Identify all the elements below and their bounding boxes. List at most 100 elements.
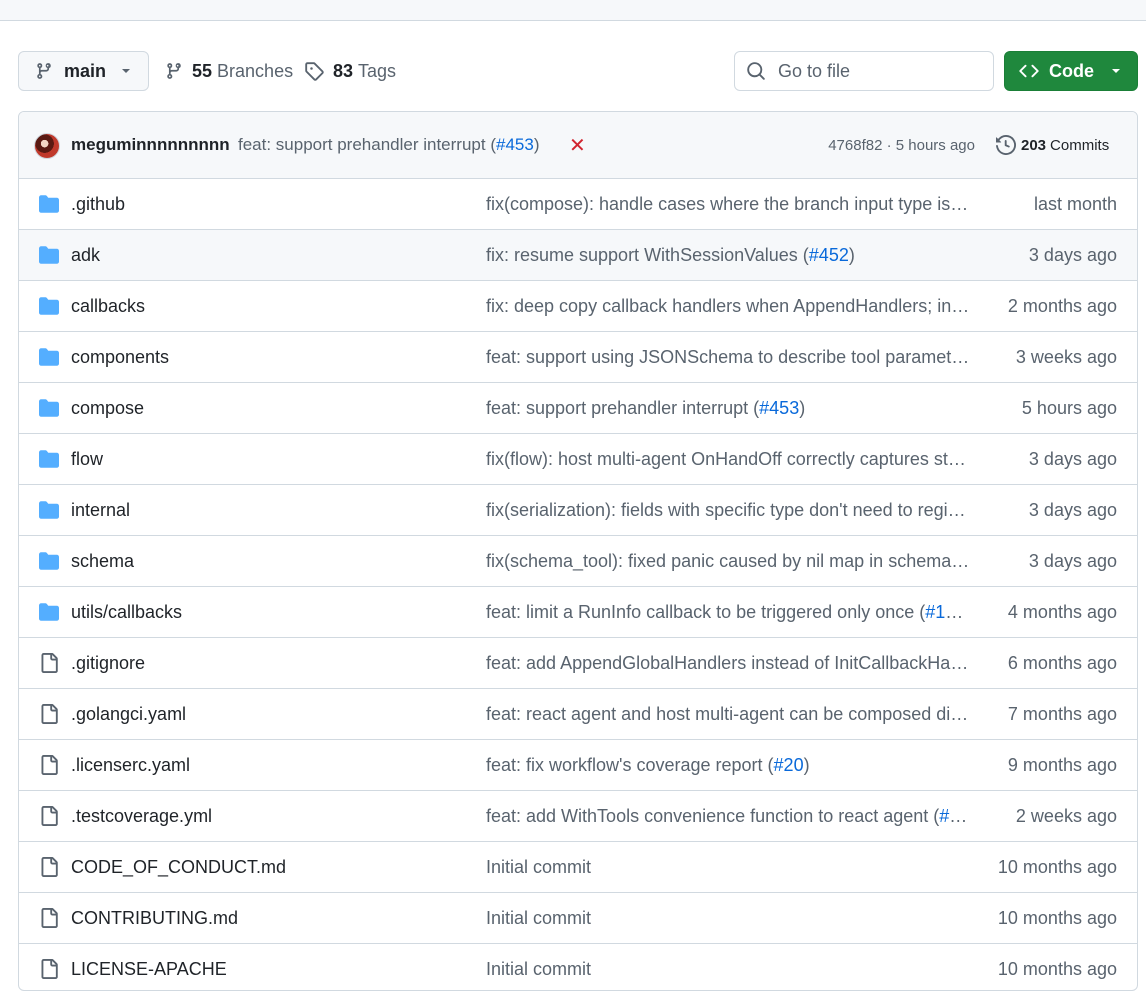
caret-down-icon: [1112, 69, 1120, 73]
file-commit-message[interactable]: fix(flow): host multi-agent OnHandOff co…: [486, 449, 970, 470]
file-commit-message[interactable]: feat: limit a RunInfo callback to be tri…: [486, 602, 970, 623]
folder-icon: [38, 500, 60, 520]
file-name-link[interactable]: .gitignore: [71, 653, 145, 674]
file-name-link[interactable]: LICENSE-APACHE: [71, 959, 227, 980]
file-commit-age[interactable]: 3 weeks ago: [1016, 347, 1117, 368]
file-row[interactable]: .testcoverage.yml feat: add WithTools con…: [19, 791, 1137, 842]
commit-message-text: feat: add WithTools convenience function…: [486, 805, 940, 826]
file-row[interactable]: callbacks fix: deep copy callback handler…: [19, 281, 1137, 332]
commit-message-text: fix(schema_tool): fixed panic caused by …: [486, 550, 970, 571]
file-icon: [38, 908, 60, 928]
commit-message-text: feat: limit a RunInfo callback to be tri…: [486, 601, 926, 622]
file-row[interactable]: components feat: support using JSONSchema…: [19, 332, 1137, 383]
branch-select-button[interactable]: main: [18, 51, 149, 91]
commit-message-text: feat: fix workflow's coverage report (: [486, 754, 774, 775]
file-name-link[interactable]: flow: [71, 449, 103, 470]
file-commit-message[interactable]: feat: fix workflow's coverage report (#2…: [486, 755, 970, 776]
file-name-link[interactable]: adk: [71, 245, 100, 266]
file-row[interactable]: CODE_OF_CONDUCT.md Initial commit 10 month…: [19, 842, 1137, 893]
file-name-link[interactable]: callbacks: [71, 296, 145, 317]
file-name-link[interactable]: .golangci.yaml: [71, 704, 186, 725]
pr-link[interactable]: #195: [925, 602, 965, 622]
file-commit-message[interactable]: feat: react agent and host multi-agent c…: [486, 704, 970, 725]
commits-link[interactable]: 203 Commits: [996, 135, 1109, 155]
code-button[interactable]: Code: [1004, 51, 1138, 91]
file-name-link[interactable]: internal: [71, 500, 130, 521]
file-name-link[interactable]: components: [71, 347, 169, 368]
file-name-link[interactable]: CODE_OF_CONDUCT.md: [71, 857, 286, 878]
file-commit-age[interactable]: 2 months ago: [1008, 296, 1117, 317]
commit-author[interactable]: meguminnnnnnnnn: [71, 135, 230, 155]
file-name-link[interactable]: compose: [71, 398, 144, 419]
go-to-file-search[interactable]: [734, 51, 994, 91]
file-commit-age[interactable]: 3 days ago: [1029, 245, 1117, 266]
file-commit-age[interactable]: 2 weeks ago: [1016, 806, 1117, 827]
file-commit-message[interactable]: fix: deep copy callback handlers when Ap…: [486, 296, 970, 317]
folder-icon: [38, 398, 60, 418]
commit-message[interactable]: feat: support prehandler interrupt (#453…: [238, 135, 539, 155]
file-commit-message[interactable]: Initial commit: [486, 959, 970, 980]
file-icon: [38, 857, 60, 877]
go-to-file-input[interactable]: [776, 59, 980, 83]
file-commit-age[interactable]: 10 months ago: [998, 959, 1117, 980]
file-name-link[interactable]: utils/callbacks: [71, 602, 182, 623]
commit-sha-time[interactable]: 4768f82 · 5 hours ago: [828, 137, 975, 154]
pr-link[interactable]: #453: [759, 398, 799, 418]
file-row[interactable]: schema fix(schema_tool): fixed panic caus…: [19, 536, 1137, 587]
file-commit-age[interactable]: 3 days ago: [1029, 551, 1117, 572]
avatar[interactable]: [34, 133, 60, 159]
file-commit-age[interactable]: 3 days ago: [1029, 500, 1117, 521]
file-commit-age[interactable]: 3 days ago: [1029, 449, 1117, 470]
file-commit-age[interactable]: 9 months ago: [1008, 755, 1117, 776]
git-branch-icon: [37, 63, 51, 79]
commit-pr-link[interactable]: #453: [496, 135, 534, 154]
file-row[interactable]: utils/callbacks feat: limit a RunInfo cal…: [19, 587, 1137, 638]
file-commit-age[interactable]: 6 months ago: [1008, 653, 1117, 674]
file-row[interactable]: CONTRIBUTING.md Initial commit 10 months a…: [19, 893, 1137, 944]
file-row[interactable]: compose feat: support prehandler interrup…: [19, 383, 1137, 434]
file-row[interactable]: .golangci.yaml feat: react agent and host…: [19, 689, 1137, 740]
file-commit-age[interactable]: 10 months ago: [998, 908, 1117, 929]
file-name-link[interactable]: schema: [71, 551, 134, 572]
folder-icon: [38, 245, 60, 265]
pr-link[interactable]: #452: [809, 245, 849, 265]
file-commit-message[interactable]: feat: support prehandler interrupt (#453…: [486, 398, 970, 419]
file-commit-age[interactable]: 4 months ago: [1008, 602, 1117, 623]
folder-icon: [38, 602, 60, 622]
file-commit-message[interactable]: fix(schema_tool): fixed panic caused by …: [486, 551, 970, 572]
file-row[interactable]: .licenserc.yaml feat: fix workflow's cove…: [19, 740, 1137, 791]
file-icon: [38, 755, 60, 775]
file-row[interactable]: adk fix: resume support WithSessionValues…: [19, 230, 1137, 281]
commit-message-text: feat: support prehandler interrupt (: [486, 397, 760, 418]
file-commit-message[interactable]: feat: support using JSONSchema to descri…: [486, 347, 970, 368]
file-row[interactable]: internal fix(serialization): fields with …: [19, 485, 1137, 536]
git-branch-icon: [167, 63, 181, 79]
folder-icon: [38, 449, 60, 469]
pr-link[interactable]: #4…: [939, 806, 970, 826]
file-row[interactable]: .github fix(compose): handle cases where …: [19, 179, 1137, 230]
file-commit-message[interactable]: feat: add AppendGlobalHandlers instead o…: [486, 653, 970, 674]
tags-link[interactable]: 83 Tags: [304, 51, 396, 91]
file-commit-age[interactable]: 5 hours ago: [1022, 398, 1117, 419]
pr-link[interactable]: #20: [774, 755, 804, 775]
file-row[interactable]: flow fix(flow): host multi-agent OnHandOf…: [19, 434, 1137, 485]
file-commit-age[interactable]: 7 months ago: [1008, 704, 1117, 725]
file-commit-message[interactable]: Initial commit: [486, 857, 970, 878]
tag-icon: [305, 62, 324, 81]
file-name-link[interactable]: .licenserc.yaml: [71, 755, 190, 776]
folder-icon: [38, 347, 60, 367]
file-name-link[interactable]: .testcoverage.yml: [71, 806, 212, 827]
file-commit-message[interactable]: fix: resume support WithSessionValues (#…: [486, 245, 970, 266]
file-commit-age[interactable]: 10 months ago: [998, 857, 1117, 878]
file-commit-age[interactable]: last month: [1034, 194, 1117, 215]
file-commit-message[interactable]: fix(serialization): fields with specific…: [486, 500, 970, 521]
file-row[interactable]: LICENSE-APACHE Initial commit 10 months ag…: [19, 944, 1137, 990]
file-name-link[interactable]: CONTRIBUTING.md: [71, 908, 238, 929]
file-row[interactable]: .gitignore feat: add AppendGlobalHandlers…: [19, 638, 1137, 689]
file-commit-message[interactable]: Initial commit: [486, 908, 970, 929]
x-icon[interactable]: ✕: [569, 133, 586, 158]
file-name-link[interactable]: .github: [71, 194, 125, 215]
file-commit-message[interactable]: fix(compose): handle cases where the bra…: [486, 194, 970, 215]
file-commit-message[interactable]: feat: add WithTools convenience function…: [486, 806, 970, 827]
branches-link[interactable]: 55 Branches: [165, 51, 293, 91]
